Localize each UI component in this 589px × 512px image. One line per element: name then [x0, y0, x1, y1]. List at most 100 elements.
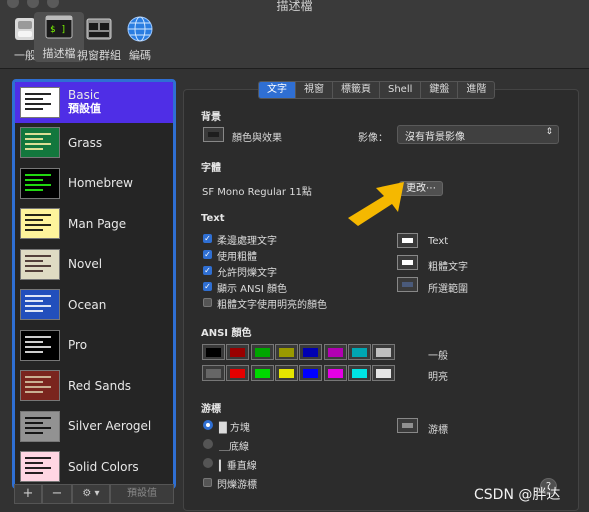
cursor-style-radio[interactable]: [203, 458, 213, 468]
background-image-select[interactable]: 沒有背景影像 ⇕: [397, 125, 559, 144]
text-option-checkbox[interactable]: ✓: [203, 266, 212, 275]
text-color-well[interactable]: [397, 277, 418, 292]
ansi-normal-color-well[interactable]: [299, 344, 323, 360]
profile-name: Basic: [68, 88, 100, 103]
cursor-style-radio[interactable]: [203, 439, 213, 449]
blink-cursor-label: 閃爍游標: [217, 480, 257, 491]
profile-item[interactable]: Man Page: [15, 204, 173, 245]
ansi-bright-color-well[interactable]: [299, 365, 323, 381]
blink-cursor-checkbox[interactable]: [203, 478, 212, 487]
profile-name: Novel: [68, 257, 103, 272]
profile-item[interactable]: Ocean: [15, 285, 173, 326]
profile-item[interactable]: Novel: [15, 244, 173, 285]
profile-item[interactable]: Red Sands: [15, 366, 173, 407]
profile-label: Ocean: [68, 298, 106, 312]
text-option-label: 粗體文字使用明亮的顏色: [217, 300, 327, 311]
text-option-checkbox[interactable]: ✓: [203, 282, 212, 291]
toolbar-general-label: 一般: [14, 49, 36, 62]
ansi-normal-color-well[interactable]: [372, 344, 396, 360]
cursor-color-well[interactable]: [397, 418, 418, 433]
profile-name: Red Sands: [68, 378, 132, 393]
profile-name: Ocean: [68, 297, 107, 312]
add-profile-button[interactable]: +: [14, 484, 42, 504]
tab-shell[interactable]: Shell: [380, 82, 422, 98]
color-effects-label: 顏色與效果: [232, 133, 282, 144]
set-default-button[interactable]: 預設值: [110, 484, 174, 504]
tab-text[interactable]: 文字: [259, 82, 296, 98]
profile-label: Grass: [68, 136, 102, 150]
profile-list-actions: + − ⚙ ▾ 預設值: [14, 484, 174, 504]
ansi-normal-color-well[interactable]: [202, 344, 225, 360]
toolbar-profiles-label: 描述檔: [42, 47, 76, 60]
profile-thumbnail: [20, 248, 60, 280]
profile-label: Red Sands: [68, 379, 131, 393]
profile-thumbnail: [20, 167, 60, 199]
profile-thumbnail: [20, 86, 60, 118]
background-color-well[interactable]: [203, 127, 224, 142]
text-option-checkbox[interactable]: [203, 298, 212, 307]
profile-item[interactable]: Basic 預設值: [15, 82, 173, 123]
tab-advanced[interactable]: 進階: [458, 82, 494, 98]
profile-thumbnail: [20, 451, 60, 483]
terminal-icon: $ ]: [44, 12, 74, 42]
text-option-label: 使用粗體: [217, 252, 257, 263]
toolbar-encodings[interactable]: 編碼: [115, 14, 165, 63]
tab-tabs[interactable]: 標籤頁: [333, 82, 380, 98]
profile-item[interactable]: Grass: [15, 123, 173, 164]
text-color-well[interactable]: [397, 255, 418, 270]
text-option-label: 顯示 ANSI 顏色: [217, 284, 287, 295]
window-title: 描述檔: [276, 0, 313, 13]
text-option-label: 柔邊處理文字: [217, 236, 277, 247]
ansi-bright-color-well[interactable]: [372, 365, 396, 381]
image-label: 影像：: [358, 133, 388, 144]
profile-label: Novel: [68, 257, 102, 271]
ansi-normal-color-well[interactable]: [323, 344, 347, 360]
profile-label: Silver Aerogel: [68, 419, 151, 433]
text-option-checkbox[interactable]: ✓: [203, 234, 212, 243]
profile-label: Man Page: [68, 217, 126, 231]
ansi-bright-color-well[interactable]: [274, 365, 298, 381]
cursor-style-radio[interactable]: [203, 420, 213, 430]
ansi-bright-color-well[interactable]: [202, 365, 225, 381]
watermark-text: CSDN @胖达: [474, 487, 561, 503]
gear-menu-button[interactable]: ⚙ ▾: [72, 484, 110, 504]
profile-label: Pro: [68, 338, 87, 352]
profile-name: Man Page: [68, 216, 127, 231]
profile-item[interactable]: Pro: [15, 325, 173, 366]
profile-thumbnail: [20, 289, 60, 321]
ansi-bright-label: 明亮: [428, 372, 448, 383]
profile-list: Basic 預設值 Grass Homebrew Man Page Novel Ocean P…: [12, 79, 176, 489]
background-heading: 背景: [201, 112, 221, 123]
cursor-style-label: ＿底線: [219, 442, 249, 453]
ansi-bright-color-well[interactable]: [226, 365, 250, 381]
profile-label: Basic 預設值: [68, 88, 101, 116]
pointer-arrow-icon: [348, 182, 404, 226]
profile-item[interactable]: Silver Aerogel: [15, 406, 173, 447]
text-color-label: 所選範圍: [428, 284, 468, 295]
svg-text:$ ]: $ ]: [50, 25, 66, 35]
chevron-updown-icon: ⇕: [545, 127, 553, 137]
ansi-bright-color-well[interactable]: [347, 365, 371, 381]
font-heading: 字體: [201, 163, 221, 174]
profile-name: Grass: [68, 135, 103, 150]
remove-profile-button[interactable]: −: [42, 484, 72, 504]
text-color-well[interactable]: [397, 233, 418, 248]
profile-item[interactable]: Homebrew: [15, 163, 173, 204]
profile-name: Solid Colors: [68, 459, 139, 474]
profile-thumbnail: [20, 329, 60, 361]
profile-item[interactable]: Solid Colors: [15, 447, 173, 487]
ansi-normal-color-well[interactable]: [250, 344, 274, 360]
settings-tabs: 文字 視窗 標籤頁 Shell 鍵盤 進階: [258, 81, 496, 99]
text-option-checkbox[interactable]: ✓: [203, 250, 212, 259]
tab-keyboard[interactable]: 鍵盤: [421, 82, 459, 98]
ansi-bright-color-well[interactable]: [323, 365, 347, 381]
profile-thumbnail: [20, 127, 60, 159]
tab-window[interactable]: 視窗: [296, 82, 333, 98]
ansi-normal-label: 一般: [428, 351, 448, 362]
ansi-bright-color-well[interactable]: [250, 365, 274, 381]
ansi-normal-color-well[interactable]: [274, 344, 298, 360]
text-heading: Text: [201, 213, 225, 224]
ansi-normal-color-well[interactable]: [347, 344, 371, 360]
ansi-normal-color-well[interactable]: [226, 344, 250, 360]
profile-thumbnail: [20, 370, 60, 402]
